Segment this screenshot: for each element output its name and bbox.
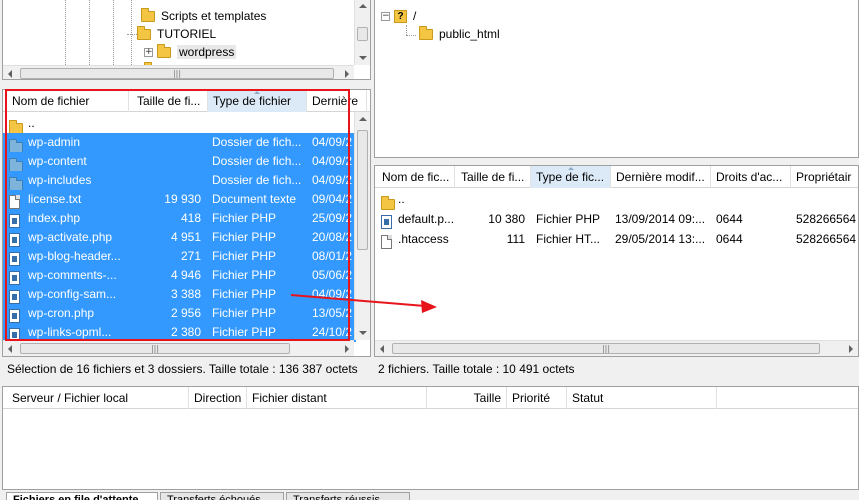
remote-list-header: Nom de fic... Taille de fi... Type de fi… (375, 166, 858, 188)
tree-item-tutoriel[interactable]: TUTORIEL (127, 25, 216, 43)
scroll-left-arrow-icon[interactable] (8, 70, 12, 78)
text-file-icon (381, 234, 392, 249)
row-icon (381, 232, 392, 251)
column-header-size[interactable]: Taille de fi... (456, 166, 531, 188)
column-header-size[interactable]: Taille (427, 387, 507, 409)
folder-icon (141, 8, 155, 23)
column-header-server-local-file[interactable]: Serveur / Fichier local (7, 387, 189, 409)
scroll-thumb[interactable]: ||| (392, 343, 820, 354)
file-size: 10 380 (488, 212, 525, 226)
column-header-type[interactable]: Type de fic... (531, 166, 611, 188)
tree-guide-line (113, 0, 114, 65)
remote-list-rows: .. default.p... 10 380 Fichier PHP 13/09/201… (375, 190, 858, 340)
file-name: .. (398, 192, 405, 206)
scroll-thumb[interactable]: ||| (20, 68, 334, 79)
column-header-remote-file[interactable]: Fichier distant (247, 387, 427, 409)
file-size: 111 (506, 232, 525, 246)
column-header-status[interactable]: Statut (567, 387, 717, 409)
scroll-down-arrow-icon[interactable] (359, 56, 367, 60)
file-name: default.p... (398, 212, 455, 226)
tree-item-wordpress[interactable]: + wordpress (144, 43, 237, 61)
scroll-right-arrow-icon[interactable] (345, 70, 349, 78)
scroll-thumb[interactable] (357, 27, 368, 41)
local-directory-tree[interactable]: Scripts et templates TUTORIEL + wordpress… (2, 0, 371, 80)
tree-expanded-connector (127, 34, 137, 36)
table-row[interactable]: default.p... 10 380 Fichier PHP 13/09/2014 … (375, 210, 858, 231)
column-header-priority[interactable]: Priorité (507, 387, 567, 409)
file-date: 29/05/2014 13:... (615, 232, 706, 246)
column-header-permissions[interactable]: Droits d'ac... (711, 166, 791, 188)
column-header-date[interactable]: Dernière modif... (611, 166, 711, 188)
file-permissions: 0644 (716, 232, 743, 246)
file-owner: 528266564 (796, 212, 857, 226)
folder-icon (137, 26, 151, 41)
column-header-name[interactable]: Nom de fic... (377, 166, 455, 188)
tree-item-label: public_html (439, 27, 500, 41)
local-status-text: Sélection de 16 fichiers et 3 dossiers. … (7, 362, 358, 376)
remote-list-horizontal-scrollbar[interactable]: ||| (375, 340, 858, 356)
scroll-left-arrow-icon[interactable] (8, 345, 12, 353)
php-file-icon (381, 214, 392, 229)
expand-plus-icon[interactable]: + (144, 48, 153, 58)
row-icon (381, 212, 392, 231)
table-row[interactable]: .htaccess 111 Fichier HT... 29/05/2014 13:.… (375, 230, 858, 251)
remote-directory-tree[interactable]: −? / public_html (374, 0, 859, 158)
annotation-arrow (290, 294, 437, 313)
arrow-head (421, 300, 437, 313)
queue-tabs: Fichiers en file d'attente Transferts éc… (2, 492, 859, 500)
tree-item-root[interactable]: −? / (381, 7, 416, 25)
queue-header: Serveur / Fichier local Direction Fichie… (3, 387, 858, 409)
tree-item-label: / (413, 9, 417, 23)
tree-guide-line (89, 0, 90, 65)
tab-failed-transfers[interactable]: Transferts échoués (160, 492, 284, 500)
file-type: Fichier HT... (536, 232, 601, 246)
tree-item-label: TUTORIEL (157, 27, 217, 41)
scroll-up-arrow-icon[interactable] (359, 4, 367, 8)
file-date: 13/09/2014 09:... (615, 212, 706, 226)
file-owner: 528266564 (796, 232, 857, 246)
transfer-queue[interactable]: Serveur / Fichier local Direction Fichie… (2, 386, 859, 490)
tree-item-label: Scripts et templates (161, 9, 267, 23)
collapse-minus-icon[interactable]: − (381, 12, 390, 22)
scroll-thumb[interactable]: ||| (20, 343, 290, 354)
file-permissions: 0644 (716, 212, 743, 226)
arrow-shaft (290, 294, 426, 307)
tree-item-public-html[interactable]: public_html (419, 25, 500, 43)
table-row[interactable]: .. (375, 190, 858, 211)
tree-guide-line (406, 35, 416, 36)
tree-item-scripts-et-templates[interactable]: Scripts et templates (141, 7, 266, 25)
scroll-down-arrow-icon[interactable] (359, 331, 367, 335)
remote-file-list[interactable]: Nom de fic... Taille de fi... Type de fi… (374, 165, 859, 357)
tab-successful-transfers[interactable]: Transferts réussis (286, 492, 410, 500)
column-header-direction[interactable]: Direction (189, 387, 247, 409)
file-type: Fichier PHP (536, 212, 601, 226)
scroll-right-arrow-icon[interactable] (849, 345, 853, 353)
local-tree-vertical-scrollbar[interactable] (354, 0, 370, 65)
local-tree-horizontal-scrollbar[interactable]: ||| (3, 65, 354, 79)
remote-status-text: 2 fichiers. Taille totale : 10 491 octet… (378, 362, 575, 376)
column-header-owner[interactable]: Propriétair (791, 166, 858, 188)
scroll-thumb[interactable] (357, 130, 368, 250)
scroll-up-arrow-icon[interactable] (359, 117, 367, 121)
scroll-left-arrow-icon[interactable] (380, 345, 384, 353)
folder-icon (157, 44, 171, 59)
file-name: .htaccess (398, 232, 449, 246)
tree-guide-line (65, 0, 66, 65)
scroll-right-arrow-icon[interactable] (345, 345, 349, 353)
folder-icon (381, 196, 395, 211)
folder-icon (419, 26, 433, 41)
unknown-folder-icon: ? (394, 10, 407, 24)
local-list-horizontal-scrollbar[interactable]: ||| (3, 340, 354, 356)
tree-guide-line (406, 25, 407, 35)
tree-item-label: wordpress (177, 45, 237, 59)
tab-queued-files[interactable]: Fichiers en file d'attente (6, 492, 158, 500)
